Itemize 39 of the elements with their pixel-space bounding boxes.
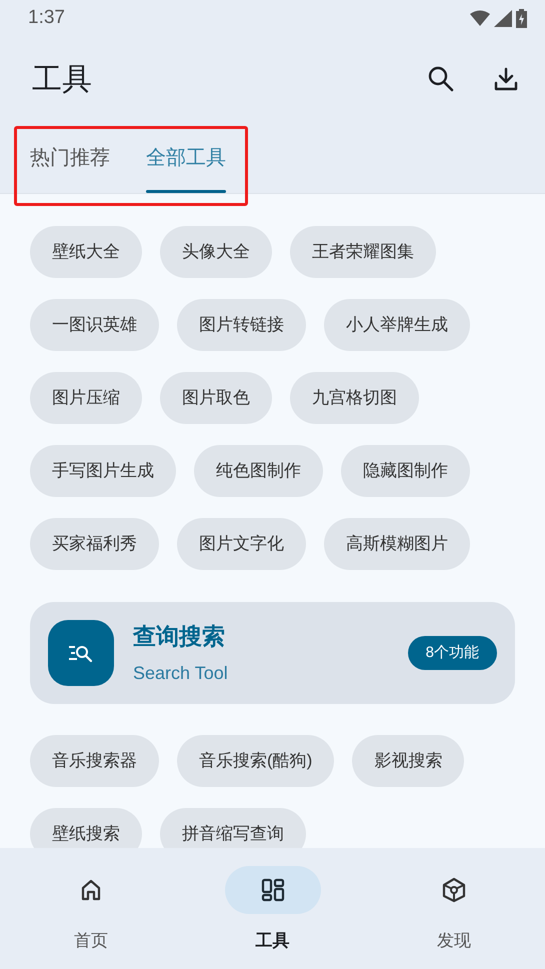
tool-chip[interactable]: 一图识英雄 — [30, 299, 159, 351]
download-icon — [493, 66, 519, 92]
nav-item[interactable]: 发现 — [363, 848, 545, 969]
category-card[interactable]: 查询搜索 Search Tool 8个功能 — [30, 602, 515, 704]
cube-icon — [441, 877, 468, 903]
status-time: 1:37 — [28, 6, 65, 30]
tool-chip[interactable]: 手写图片生成 — [30, 445, 176, 497]
category-title: 查询搜索 — [133, 622, 226, 652]
tool-chip[interactable]: 隐藏图制作 — [341, 445, 470, 497]
signal-icon — [494, 10, 512, 26]
tab[interactable]: 全部工具 — [146, 122, 226, 193]
search-icon — [427, 65, 455, 93]
wifi-icon — [470, 10, 490, 26]
feature-count: 8个功能 — [408, 636, 497, 670]
tool-chip[interactable]: 拼音缩写查询 — [160, 808, 306, 848]
tool-chip[interactable]: 图片压缩 — [30, 372, 142, 424]
page-title: 工具 — [32, 62, 93, 98]
tool-chip[interactable]: 音乐搜索(酷狗) — [177, 735, 334, 787]
search-list-icon — [48, 620, 114, 686]
tool-chip[interactable]: 小人举牌生成 — [324, 299, 470, 351]
tool-chip[interactable]: 九宫格切图 — [290, 372, 419, 424]
nav-item[interactable]: 工具 — [182, 848, 364, 969]
tool-chip[interactable]: 影视搜索 — [352, 735, 464, 787]
tool-chip[interactable]: 音乐搜索器 — [30, 735, 159, 787]
tool-chip[interactable]: 图片取色 — [160, 372, 272, 424]
tab[interactable]: 热门推荐 — [30, 122, 110, 193]
nav-item[interactable]: 首页 — [0, 848, 182, 969]
tool-chip[interactable]: 纯色图制作 — [194, 445, 323, 497]
tool-chip[interactable]: 图片文字化 — [177, 518, 306, 570]
tool-chip[interactable]: 壁纸大全 — [30, 226, 142, 278]
dashboard-icon — [260, 877, 286, 903]
tool-chip[interactable]: 图片转链接 — [177, 299, 306, 351]
battery-icon — [516, 8, 527, 28]
tool-chip[interactable]: 王者荣耀图集 — [290, 226, 436, 278]
category-subtitle: Search Tool — [133, 662, 229, 685]
tool-chip[interactable]: 买家福利秀 — [30, 518, 159, 570]
tool-chip[interactable]: 头像大全 — [160, 226, 272, 278]
tool-chip[interactable]: 高斯模糊图片 — [324, 518, 470, 570]
tool-chip[interactable]: 壁纸搜索 — [30, 808, 142, 848]
